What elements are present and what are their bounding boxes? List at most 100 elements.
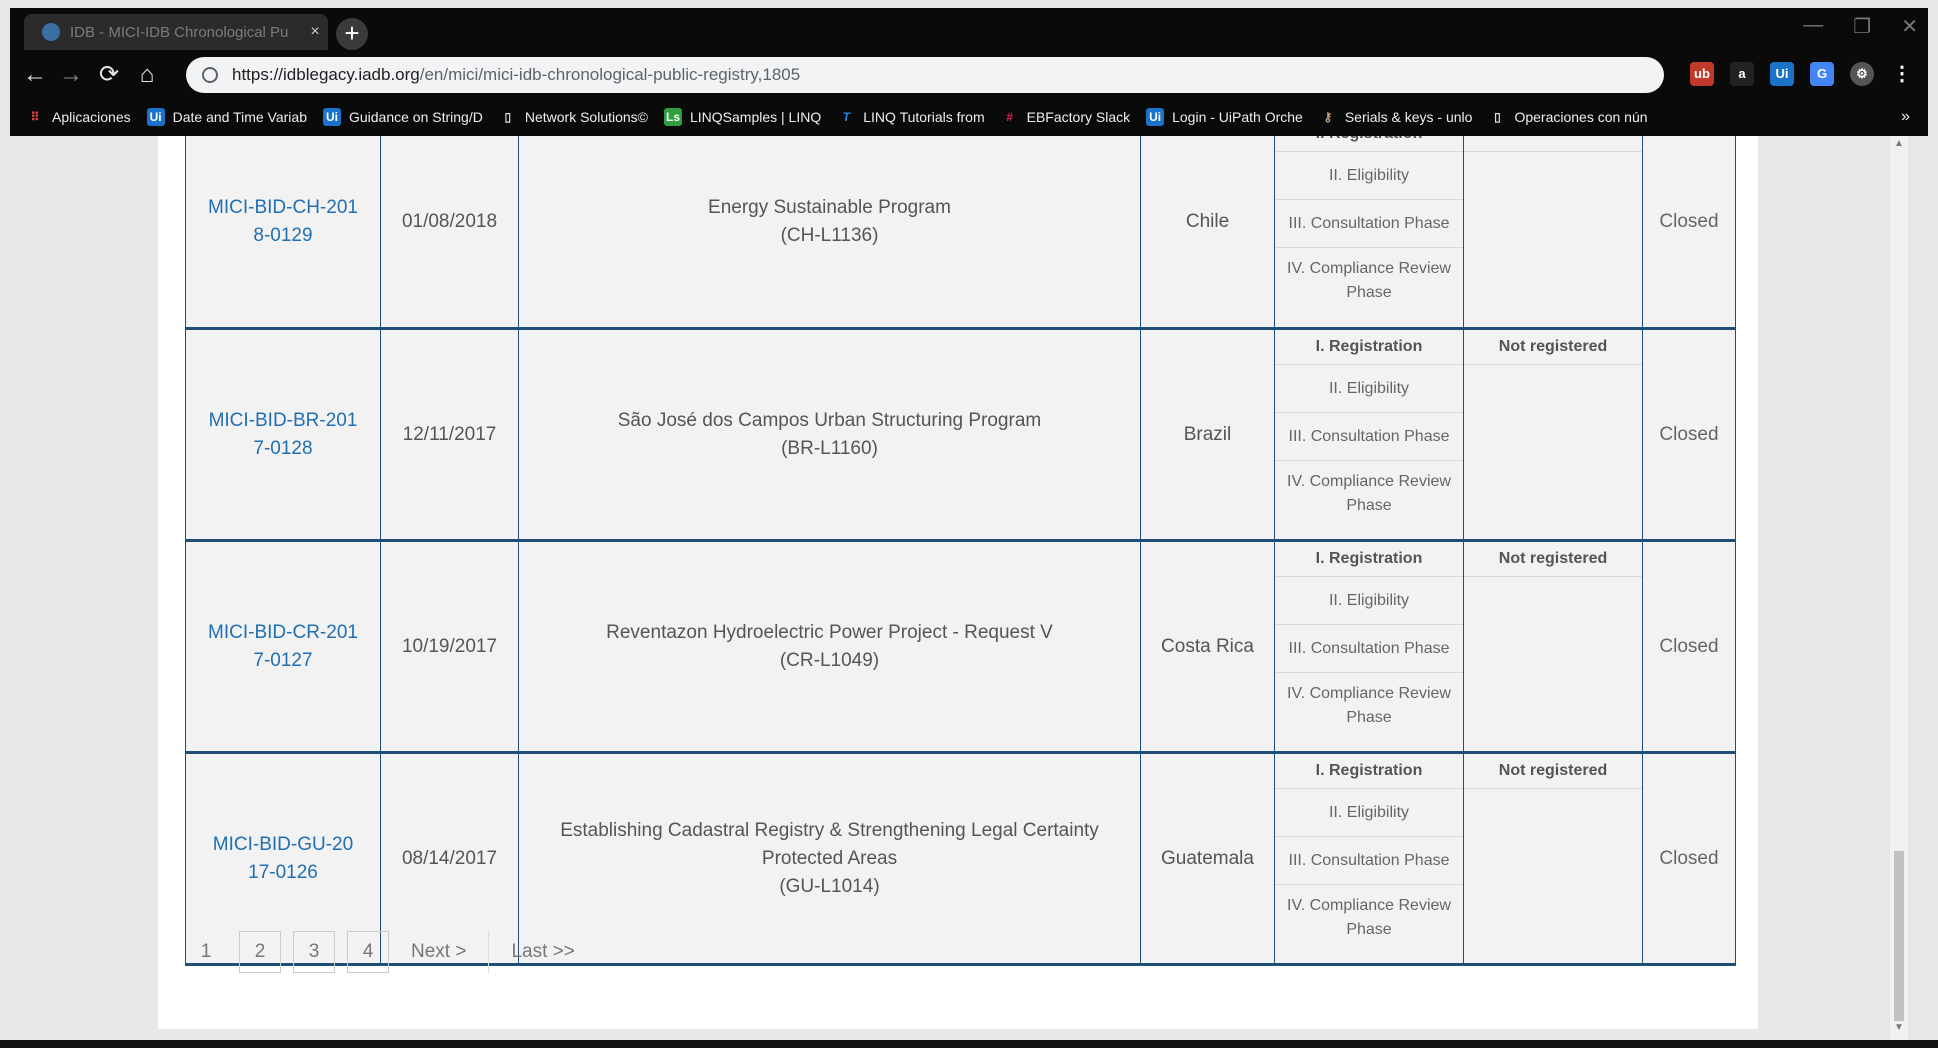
status-cell: Closed xyxy=(1642,136,1736,330)
country-cell: Guatemala xyxy=(1140,752,1275,966)
tutorial-icon: T xyxy=(842,110,850,124)
window-controls: — ❐ ✕ xyxy=(1803,14,1918,39)
home-icon[interactable]: ⌂ xyxy=(130,58,164,92)
bookmark-operaciones[interactable]: ▯ Operaciones con nún xyxy=(1488,108,1647,126)
reload-icon[interactable]: ⟳ xyxy=(92,58,126,92)
phases-cell: I. Registration II. Eligibility III. Con… xyxy=(1274,540,1464,754)
page-icon: ▯ xyxy=(504,110,512,124)
uipath-icon: Ui xyxy=(146,108,165,126)
page-link-4[interactable]: 4 xyxy=(347,931,389,973)
phases-cell: I. Registration II. Eligibility III. Con… xyxy=(1274,328,1464,542)
page-icon: ▯ xyxy=(1494,110,1501,124)
phase-registration: I. Registration xyxy=(1275,330,1463,365)
bookmark-label: Operaciones con nún xyxy=(1514,109,1648,125)
bookmark-label: Serials & keys - unlo xyxy=(1344,109,1473,125)
url-host: https://idblegacy.iadb.org xyxy=(232,65,420,84)
idb-favicon-icon xyxy=(42,23,60,41)
extension-icons: ub a Ui G ⚙ ⋮ xyxy=(1690,62,1914,86)
registration-status xyxy=(1464,136,1642,152)
translate-extension-icon[interactable]: G xyxy=(1810,62,1834,86)
case-code-cell: MICI-BID-CH-2018-0129 xyxy=(185,136,381,330)
phase-eligibility: II. Eligibility xyxy=(1275,365,1463,413)
bookmark-date-time[interactable]: Ui Date and Time Variab xyxy=(146,108,307,126)
tab-title: IDB - MICI-IDB Chronological Pu xyxy=(70,23,289,41)
back-arrow-icon[interactable]: ← xyxy=(18,58,52,92)
next-page-link[interactable]: Next > xyxy=(401,931,476,973)
browser-menu-icon[interactable]: ⋮ xyxy=(1890,62,1914,86)
page-current: 1 xyxy=(200,941,212,962)
linq-icon: Ls xyxy=(664,108,682,126)
bookmark-guidance-string[interactable]: Ui Guidance on String/D xyxy=(322,108,483,126)
country-cell: Costa Rica xyxy=(1140,540,1275,754)
scrollbar-thumb[interactable] xyxy=(1894,851,1904,1021)
bookmark-linq-samples[interactable]: Ls LINQSamples | LINQ xyxy=(664,108,821,126)
apps-icon: ⠿ xyxy=(30,110,40,124)
bookmark-ebfactory-slack[interactable]: # EBFactory Slack xyxy=(1001,108,1130,126)
taskbar xyxy=(0,1040,1938,1048)
bookmark-serials-keys[interactable]: ⚷ Serials & keys - unlo xyxy=(1319,108,1473,126)
case-code-link[interactable]: MICI-BID-BR-2017-0128 xyxy=(208,407,358,463)
project-cell: São José dos Campos Urban Structuring Pr… xyxy=(518,328,1141,542)
address-bar[interactable]: https://idblegacy.iadb.org/en/mici/mici-… xyxy=(186,57,1664,93)
restore-icon[interactable]: ❐ xyxy=(1853,14,1871,39)
content-card: MICI-BID-CH-2018-0129 01/08/2018 Energy … xyxy=(158,136,1758,1029)
phase-compliance-review: IV. Compliance Review Phase xyxy=(1287,260,1451,301)
tab-close-icon[interactable]: × xyxy=(302,23,328,41)
phases-cell: I. Registration II. Eligibility III. Con… xyxy=(1274,752,1464,966)
pagination: 1 2 3 4 Next > Last >> xyxy=(185,931,597,973)
phase-registration: I. Registration xyxy=(1275,754,1463,789)
page-link-3[interactable]: 3 xyxy=(293,931,335,973)
uipath-icon: Ui xyxy=(322,108,341,126)
table-row: MICI-BID-CR-2017-0127 10/19/2017 Reventa… xyxy=(185,540,1736,754)
project-name: Establishing Cadastral Registry & Streng… xyxy=(560,819,1099,869)
page-viewport: MICI-BID-CH-2018-0129 01/08/2018 Energy … xyxy=(10,136,1908,1040)
bookmark-label: Date and Time Variab xyxy=(172,109,307,125)
table-row: MICI-BID-CH-2018-0129 01/08/2018 Energy … xyxy=(185,136,1736,330)
url-path: /en/mici/mici-idb-chronological-public-r… xyxy=(419,65,801,84)
registration-cell: Not registered xyxy=(1463,540,1643,754)
amazon-extension-icon[interactable]: a xyxy=(1730,62,1754,86)
bookmark-uipath-orchestrator[interactable]: Ui Login - UiPath Orche xyxy=(1146,108,1303,126)
profile-avatar-icon[interactable]: ⚙ xyxy=(1850,62,1874,86)
site-info-icon[interactable] xyxy=(202,67,218,83)
phases-cell: I. Registration II. Eligibility III. Con… xyxy=(1274,136,1464,330)
status-cell: Closed xyxy=(1642,328,1736,542)
registration-cell xyxy=(1463,136,1643,330)
tab-bar: IDB - MICI-IDB Chronological Pu × + — ❐ … xyxy=(10,8,1928,50)
date-cell: 10/19/2017 xyxy=(380,540,519,754)
new-tab-button[interactable]: + xyxy=(336,18,368,50)
browser-chrome: IDB - MICI-IDB Chronological Pu × + — ❐ … xyxy=(10,8,1928,136)
project-code: (BR-L1160) xyxy=(781,437,878,459)
bookmark-label: LINQ Tutorials from xyxy=(863,109,985,125)
page-link-2[interactable]: 2 xyxy=(239,931,281,973)
project-code: (CR-L1049) xyxy=(779,649,880,671)
phase-eligibility: II. Eligibility xyxy=(1275,577,1463,625)
last-page-link[interactable]: Last >> xyxy=(501,931,584,973)
forward-arrow-icon[interactable]: → xyxy=(54,58,88,92)
uipath-extension-icon[interactable]: Ui xyxy=(1770,62,1794,86)
bookmarks-overflow-icon[interactable]: » xyxy=(1901,108,1910,126)
phase-consultation: III. Consultation Phase xyxy=(1275,200,1463,248)
registration-status: Not registered xyxy=(1464,330,1642,365)
bookmark-linq-tutorials[interactable]: T LINQ Tutorials from xyxy=(837,108,985,126)
registration-status: Not registered xyxy=(1464,542,1642,577)
country-cell: Chile xyxy=(1140,136,1275,330)
scroll-down-icon[interactable]: ▼ xyxy=(1890,1022,1908,1038)
phase-consultation: III. Consultation Phase xyxy=(1275,413,1463,461)
browser-tab[interactable]: IDB - MICI-IDB Chronological Pu × xyxy=(24,14,328,50)
minimize-icon[interactable]: — xyxy=(1803,14,1823,39)
close-window-icon[interactable]: ✕ xyxy=(1901,14,1918,39)
case-code-link[interactable]: MICI-BID-CR-2017-0127 xyxy=(208,619,358,675)
ublock-extension-icon[interactable]: ub xyxy=(1690,62,1714,86)
phase-eligibility: II. Eligibility xyxy=(1275,152,1463,200)
scroll-up-icon[interactable]: ▲ xyxy=(1890,138,1908,154)
bookmark-network-solutions[interactable]: ▯ Network Solutions© xyxy=(499,108,648,126)
bookmark-label: LINQSamples | LINQ xyxy=(690,109,822,125)
bookmark-label: Guidance on String/D xyxy=(348,109,483,125)
case-code-link[interactable]: MICI-BID-GU-2017-0126 xyxy=(208,831,358,887)
vertical-scrollbar[interactable]: ▲ ▼ xyxy=(1890,136,1908,1040)
bookmark-aplicaciones[interactable]: ⠿ Aplicaciones xyxy=(26,108,131,126)
registration-cell: Not registered xyxy=(1463,752,1643,966)
status-cell: Closed xyxy=(1642,540,1736,754)
case-code-link[interactable]: MICI-BID-CH-2018-0129 xyxy=(208,194,358,250)
